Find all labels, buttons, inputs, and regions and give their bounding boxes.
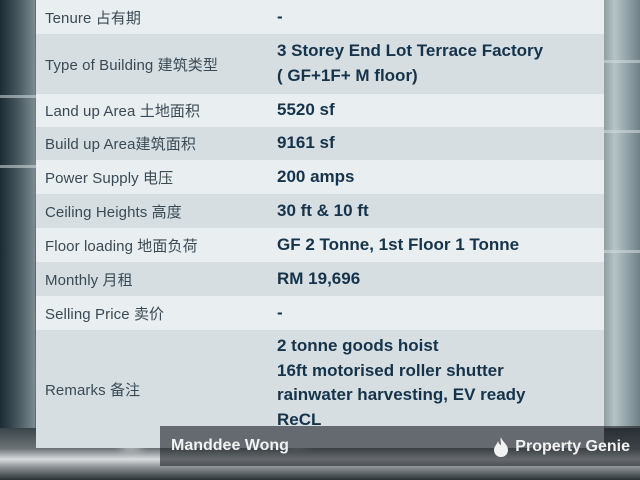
agent-name: Manddee Wong — [171, 437, 289, 454]
value-line: 2 tonne goods hoist — [277, 336, 439, 355]
beam — [604, 130, 640, 133]
row-label: Build up Area建筑面积 — [45, 136, 196, 153]
row-power-supply: Power Supply 电压 200 amps — [36, 160, 604, 194]
value-line: 16ft motorised roller shutter — [277, 360, 504, 380]
property-details-table: Tenure 占有期 - Type of Building 建筑类型 3 Sto… — [36, 0, 604, 448]
row-value: 2 tonne goods hoist 16ft motorised rolle… — [277, 334, 526, 432]
row-value: GF 2 Tonne, 1st Floor 1 Tonne — [277, 234, 520, 254]
row-value: 3 Storey End Lot Terrace Factory ( GF+1F… — [277, 39, 543, 88]
row-label: Monthly 月租 — [45, 271, 133, 289]
beam — [604, 60, 640, 63]
flame-icon — [494, 437, 509, 457]
brand-logo: Property Genie — [493, 437, 630, 457]
value-line: ( GF+1F+ M floor) — [277, 65, 418, 85]
row-value: - — [277, 302, 283, 322]
row-value: 5520 sf — [277, 100, 335, 120]
row-label: Floor loading 地面负荷 — [45, 237, 198, 255]
row-floor-loading: Floor loading 地面负荷 GF 2 Tonne, 1st Floor… — [36, 228, 604, 262]
row-value: 200 amps — [277, 166, 355, 186]
watermark-bar: Manddee Wong Property Genie — [160, 426, 640, 466]
row-value: - — [277, 6, 283, 26]
row-value: RM 19,696 — [277, 268, 361, 288]
row-monthly-rent: Monthly 月租 RM 19,696 — [36, 262, 604, 296]
row-land-area: Land up Area 土地面积 5520 sf — [36, 94, 604, 127]
row-label: Power Supply 电压 — [45, 169, 174, 187]
row-label: Ceiling Heights 高度 — [45, 203, 182, 221]
row-ceiling-heights: Ceiling Heights 高度 30 ft & 10 ft — [36, 194, 604, 228]
beam — [0, 165, 36, 168]
beam — [604, 250, 640, 253]
row-label: Land up Area 土地面积 — [45, 103, 201, 120]
row-label: Selling Price 卖价 — [45, 305, 165, 323]
row-building-type: Type of Building 建筑类型 3 Storey End Lot T… — [36, 34, 604, 94]
row-label: Tenure 占有期 — [45, 9, 142, 27]
value-line: rainwater harvesting, EV ready — [277, 385, 526, 404]
row-label: Type of Building 建筑类型 — [45, 56, 219, 74]
row-label: Remarks 备注 — [45, 381, 141, 399]
beam — [0, 95, 36, 98]
row-selling-price: Selling Price 卖价 - — [36, 296, 604, 330]
row-build-up-area: Build up Area建筑面积 9161 sf — [36, 127, 604, 160]
value-line: 3 Storey End Lot Terrace Factory — [277, 41, 544, 60]
brand-name: Property Genie — [515, 438, 630, 455]
row-value: 30 ft & 10 ft — [277, 200, 369, 220]
row-value: 9161 sf — [277, 133, 335, 153]
row-tenure: Tenure 占有期 - — [36, 0, 604, 34]
